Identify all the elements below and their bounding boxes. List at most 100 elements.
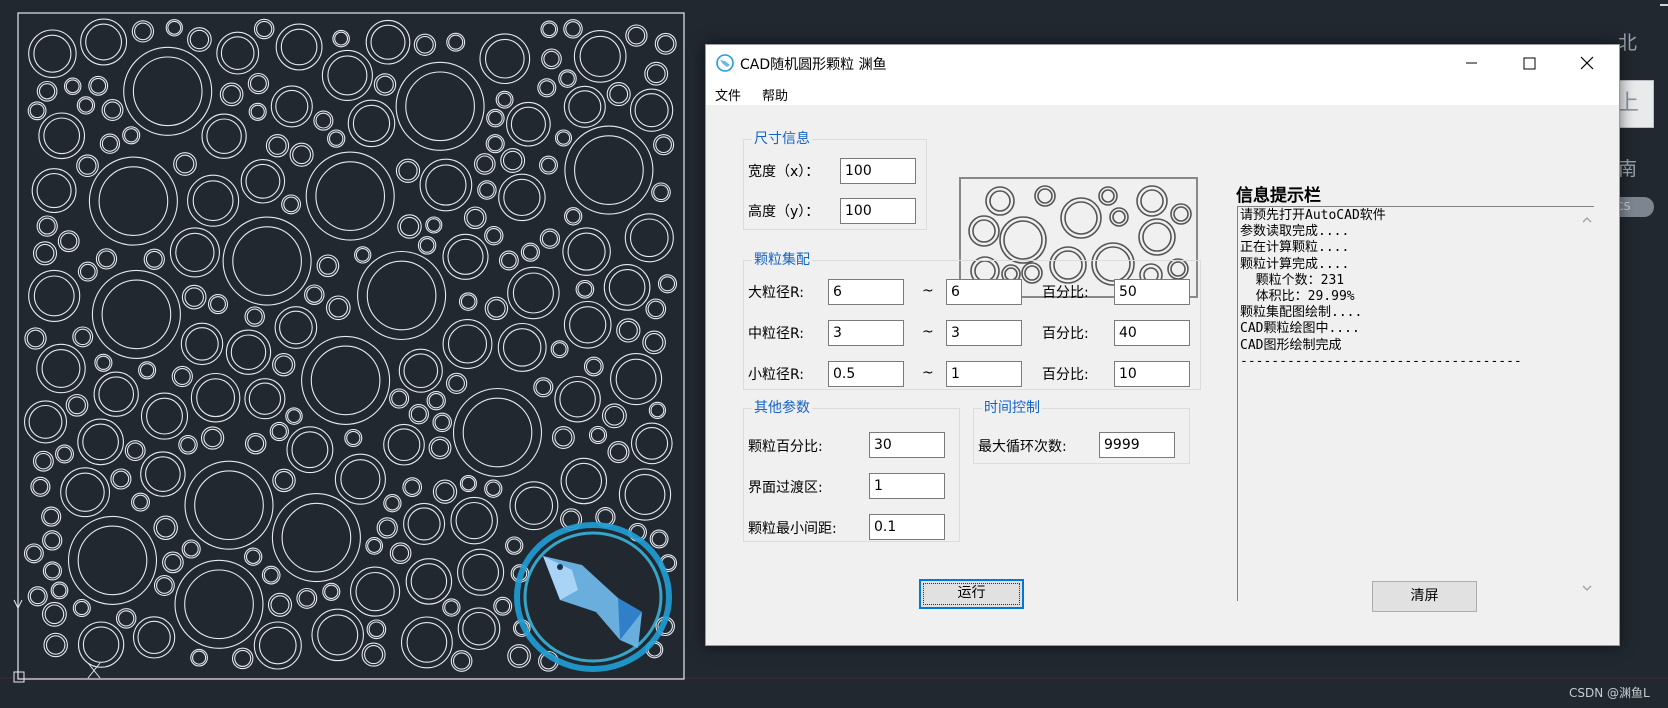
particle-ring xyxy=(327,129,346,148)
small-radius-min-input[interactable]: 0.5 xyxy=(828,361,904,387)
particle-ring xyxy=(644,61,669,86)
minimize-button[interactable] xyxy=(1442,45,1500,81)
particle-ring xyxy=(498,173,546,222)
particle-ring xyxy=(123,46,213,136)
max-loop-input[interactable]: 9999 xyxy=(1099,432,1175,458)
particle-ring xyxy=(352,104,391,143)
particle-ring xyxy=(541,230,558,247)
large-radius-max-input[interactable]: 6 xyxy=(946,279,1022,305)
particle-ring xyxy=(510,106,546,142)
particle-ring xyxy=(265,134,290,158)
medium-radius-min-input[interactable]: 3 xyxy=(828,320,904,346)
particle-ring xyxy=(399,216,420,237)
particle-ring xyxy=(346,430,361,446)
particle-ring xyxy=(306,286,323,303)
particle-ring xyxy=(442,598,461,617)
particle-ring xyxy=(398,161,418,181)
particle-ring xyxy=(33,34,72,73)
particle-ring xyxy=(479,33,531,85)
particle-ring xyxy=(200,426,225,450)
particle-ring xyxy=(249,75,267,93)
info-line: CAD颗粒绘图中.... xyxy=(1240,321,1360,337)
menu-file[interactable]: 文件 xyxy=(715,85,741,104)
particle-ring xyxy=(655,136,672,154)
particle-ring xyxy=(365,19,411,65)
min-spacing-input[interactable]: 0.1 xyxy=(869,514,945,540)
menu-help[interactable]: 帮助 xyxy=(762,85,788,104)
particle-ring xyxy=(520,242,540,262)
particle-ring xyxy=(36,80,58,102)
clear-button[interactable]: 清屏 xyxy=(1372,581,1477,612)
particle-ring xyxy=(206,118,242,154)
interface-zone-input[interactable]: 1 xyxy=(869,473,945,499)
particle-ring xyxy=(564,125,654,215)
particle-ring xyxy=(240,159,286,204)
particle-ring xyxy=(630,422,673,465)
particle-ring xyxy=(403,502,446,545)
info-textbox[interactable]: 请预先打开AutoCAD软件 参数读取完成.... 正在计算颗粒.... 颗粒计算完成… xyxy=(1237,206,1594,601)
particle-ring xyxy=(178,435,198,455)
particle-ring xyxy=(248,382,282,415)
particle-ring xyxy=(355,248,370,262)
particle-ring xyxy=(304,284,325,305)
particle-ring xyxy=(76,96,96,115)
particle-ring xyxy=(42,561,62,581)
particle-ring xyxy=(457,607,501,651)
particle-ring xyxy=(541,157,556,173)
particle-ring xyxy=(484,296,509,321)
medium-radius-max-input[interactable]: 3 xyxy=(946,320,1022,346)
large-percent-input[interactable]: 50 xyxy=(1114,279,1190,305)
width-input[interactable]: 100 xyxy=(840,158,916,184)
particle-ring xyxy=(500,148,526,173)
particle-ring xyxy=(364,645,384,665)
run-button[interactable]: 运行 xyxy=(919,579,1024,609)
close-button[interactable] xyxy=(1558,45,1616,81)
large-radius-min-input[interactable]: 6 xyxy=(828,279,904,305)
particle-ring xyxy=(407,507,441,541)
particle-ring xyxy=(405,71,475,142)
particle-ring xyxy=(184,460,274,550)
particle-ring xyxy=(428,393,444,409)
particle-ring xyxy=(146,397,183,435)
particle-ring xyxy=(216,31,260,75)
compass-south[interactable]: 南 xyxy=(1618,154,1637,181)
title-bar[interactable]: CAD随机圆形颗粒 渊鱼 xyxy=(706,45,1619,81)
particle-ring xyxy=(554,129,573,147)
particle-ring xyxy=(274,471,294,490)
particle-ring xyxy=(33,275,75,317)
particle-ring xyxy=(65,472,105,512)
medium-percent-input[interactable]: 40 xyxy=(1114,320,1190,346)
particle-ring xyxy=(448,34,464,50)
compass-north[interactable]: 北 xyxy=(1618,28,1637,55)
particle-ring xyxy=(533,377,554,398)
particle-ring xyxy=(77,418,124,466)
particle-ring xyxy=(132,616,176,659)
particle-ring xyxy=(565,209,581,224)
particle-ring xyxy=(57,230,80,253)
particle-ring xyxy=(497,92,512,107)
particle-ring xyxy=(245,163,281,199)
particle-ring xyxy=(272,468,296,493)
particle-ring xyxy=(67,515,158,605)
particle-ring xyxy=(256,20,273,38)
particle-ring xyxy=(101,279,172,350)
particle-ring xyxy=(132,56,203,127)
maximize-button[interactable] xyxy=(1500,45,1558,81)
particle-ring xyxy=(461,476,476,491)
particle-ring xyxy=(450,650,473,672)
particle-ring xyxy=(98,250,115,268)
particle-percent-input[interactable]: 30 xyxy=(869,432,945,458)
particle-ring xyxy=(484,479,503,498)
particle-ring xyxy=(292,145,312,165)
info-scrollbar[interactable] xyxy=(1580,207,1594,601)
particle-ring xyxy=(115,608,137,629)
particle-ring xyxy=(35,243,55,263)
particle-ring xyxy=(134,22,152,41)
height-label: 高度（y）： xyxy=(748,204,820,220)
small-percent-input[interactable]: 10 xyxy=(1114,361,1190,387)
height-input[interactable]: 100 xyxy=(840,198,916,224)
particle-ring xyxy=(23,543,44,564)
small-radius-max-input[interactable]: 1 xyxy=(946,361,1022,387)
particle-ring xyxy=(232,226,302,296)
particle-ring xyxy=(230,334,267,370)
